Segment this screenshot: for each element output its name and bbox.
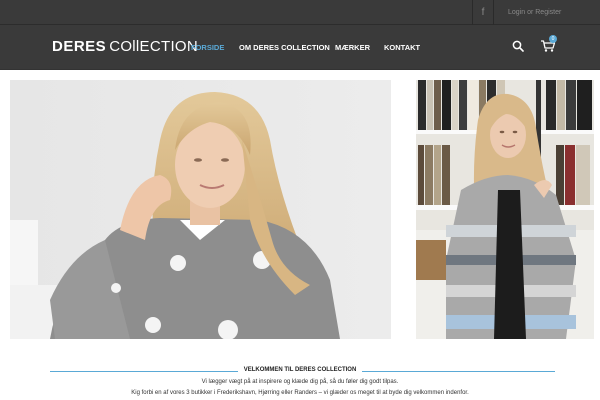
top-bar: f Login or Register bbox=[0, 0, 600, 25]
hero-image-woman-grey-sweater bbox=[10, 80, 391, 339]
login-register-link[interactable]: Login or Register bbox=[508, 0, 561, 25]
secondary-image-woman-striped-cardigan bbox=[416, 80, 594, 339]
welcome-text-line-2: Kig forbi en af vores 3 butikker i Frede… bbox=[131, 390, 469, 396]
logo-bold-text: DERES bbox=[52, 38, 107, 55]
main-header: DERES COllECTION FORSIDE OM DERES COLLECT… bbox=[0, 25, 600, 70]
nav-item-forside[interactable]: FORSIDE bbox=[191, 25, 224, 70]
search-icon[interactable] bbox=[512, 40, 524, 52]
welcome-heading-text: VELKOMMEN TIL DERES COLLECTION bbox=[237, 367, 363, 373]
welcome-text-line-1: Vi lægger vægt på at inspirere og klæde … bbox=[201, 379, 399, 385]
nav-item-maerker[interactable]: MÆRKER bbox=[335, 25, 370, 70]
nav-item-om-deres-collection[interactable]: OM DERES COLLECTION bbox=[239, 25, 330, 70]
facebook-icon[interactable]: f bbox=[472, 0, 494, 25]
logo-light-text: COllECTION bbox=[109, 38, 199, 55]
cart-count-badge: 0 bbox=[549, 35, 557, 43]
shopping-cart-icon[interactable]: 0 bbox=[540, 35, 557, 53]
nav-item-kontakt[interactable]: KONTAKT bbox=[384, 25, 420, 70]
welcome-heading: VELKOMMEN TIL DERES COLLECTION bbox=[0, 367, 600, 373]
site-logo[interactable]: DERES COllECTION bbox=[52, 33, 198, 61]
